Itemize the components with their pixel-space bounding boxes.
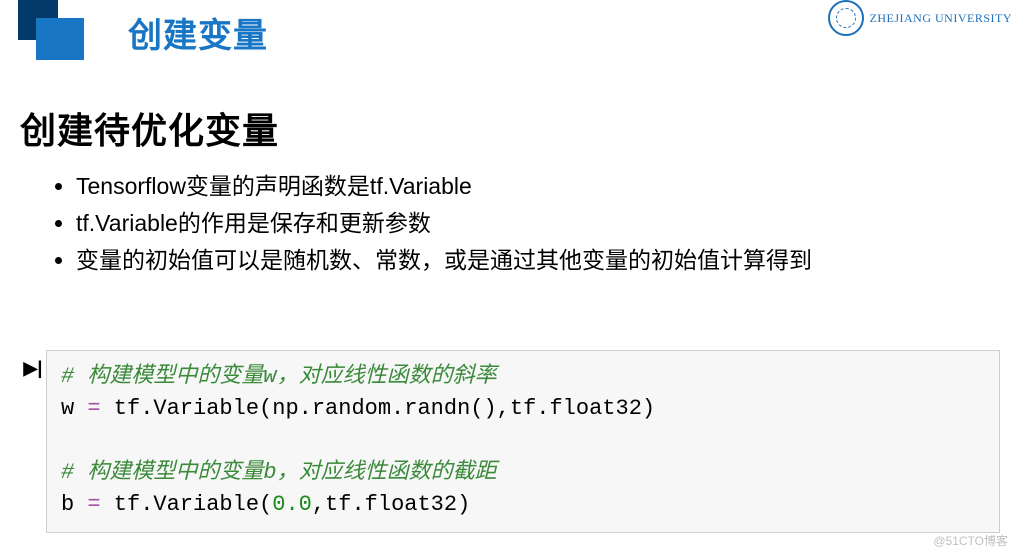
slide-title: 创建变量 — [128, 8, 268, 57]
bullet-list: Tensorflow变量的声明函数是tf.Variable tf.Variabl… — [72, 168, 812, 278]
watermark: @51CTO博客 — [933, 532, 1008, 549]
list-item: tf.Variable的作用是保存和更新参数 — [76, 205, 812, 242]
code-operator: = — [87, 492, 100, 517]
code-text: tf.Variable(np.random.randn(),tf.float32… — [101, 396, 656, 421]
code-block: # 构建模型中的变量w，对应线性函数的斜率 w = tf.Variable(np… — [46, 350, 1000, 533]
block-light — [36, 18, 84, 60]
code-operator: = — [87, 396, 100, 421]
section-title: 创建待优化变量 — [20, 102, 279, 154]
list-item: Tensorflow变量的声明函数是tf.Variable — [76, 168, 812, 205]
run-cell-icon[interactable]: ▶| — [20, 350, 46, 533]
code-comment: # 构建模型中的变量b，对应线性函数的截距 — [61, 460, 497, 485]
code-text: ,tf.float32) — [312, 492, 470, 517]
university-brand: ZHEJIANG UNIVERSITY — [828, 0, 1016, 36]
university-name: ZHEJIANG UNIVERSITY — [870, 11, 1016, 26]
code-comment: # 构建模型中的变量w，对应线性函数的斜率 — [61, 364, 497, 389]
university-seal-icon — [828, 0, 864, 36]
code-text: tf.Variable( — [101, 492, 273, 517]
code-text: w — [61, 396, 87, 421]
code-text: b — [61, 492, 87, 517]
code-cell: ▶| # 构建模型中的变量w，对应线性函数的斜率 w = tf.Variable… — [20, 350, 1000, 533]
code-number: 0.0 — [272, 492, 312, 517]
list-item: 变量的初始值可以是随机数、常数，或是通过其他变量的初始值计算得到 — [76, 242, 812, 279]
